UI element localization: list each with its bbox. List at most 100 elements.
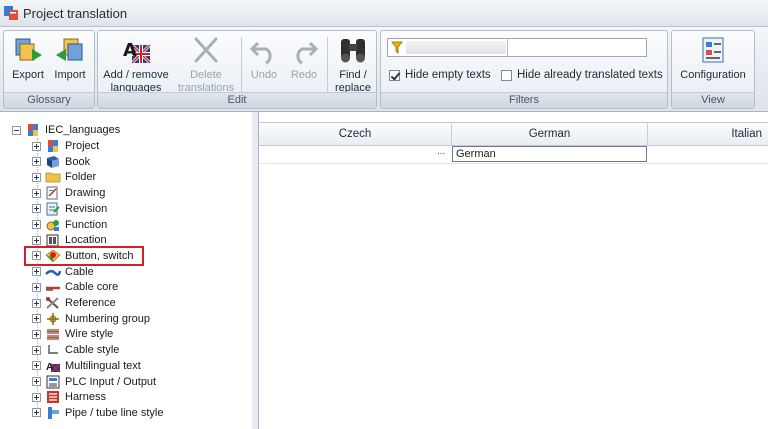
- cable-core-icon: [46, 287, 60, 292]
- edit-group-label: Edit: [98, 92, 376, 108]
- binoculars-icon: [341, 39, 365, 63]
- hide-empty-texts-label: Hide empty texts: [405, 69, 491, 81]
- tree-item-label: Harness: [65, 391, 106, 404]
- translation-grid[interactable]: Czech German Italian ... German: [259, 112, 768, 429]
- glossary-group: Export Import Glossary: [3, 30, 95, 109]
- view-group: Configuration View: [671, 30, 755, 109]
- hide-empty-texts-checkbox[interactable]: [389, 69, 400, 81]
- expand-toggle[interactable]: [32, 157, 41, 167]
- expand-toggle[interactable]: [32, 345, 41, 355]
- tree-item-label: Function: [65, 218, 108, 231]
- tree-item-label: Reference: [65, 297, 116, 309]
- project-icon: [48, 140, 58, 152]
- filter-text-field[interactable]: [406, 41, 506, 54]
- undo-button[interactable]: Undo: [246, 33, 282, 82]
- tree-item[interactable]: Cable style: [32, 342, 119, 358]
- tree-item-label: PLC Input / Output: [65, 375, 157, 388]
- svg-text:A: A: [46, 362, 53, 373]
- table-row[interactable]: ... German: [259, 145, 768, 164]
- column-header-czech[interactable]: Czech: [259, 123, 452, 145]
- export-button[interactable]: Export: [8, 33, 48, 82]
- hide-translated-texts-option[interactable]: Hide already translated texts: [501, 69, 663, 81]
- expand-toggle[interactable]: [32, 392, 41, 402]
- column-header-german[interactable]: German: [452, 123, 648, 145]
- delete-translations-button[interactable]: Delete translations: [174, 33, 238, 95]
- tree-item-label: Wire style: [65, 328, 114, 341]
- translation-app-icon: [4, 6, 18, 20]
- tree-item[interactable]: PLC Input / Output: [32, 374, 156, 390]
- revision-icon: [46, 202, 60, 216]
- edit-group: A Add / remove languages Delete translat…: [97, 30, 377, 109]
- multilingual-text-icon: A: [46, 362, 61, 373]
- tree-item[interactable]: A Multilingual text: [32, 358, 141, 374]
- view-group-label: View: [672, 92, 754, 108]
- expand-toggle[interactable]: [32, 188, 41, 198]
- cable-style-icon: [48, 345, 58, 354]
- harness-icon: [47, 391, 59, 404]
- book-icon: [47, 155, 59, 168]
- expand-toggle[interactable]: [32, 314, 41, 324]
- tree-item[interactable]: Folder: [32, 169, 96, 185]
- column-header-italian[interactable]: Italian: [648, 123, 768, 145]
- expand-toggle[interactable]: [32, 235, 41, 245]
- configuration-label: Configuration: [680, 69, 746, 81]
- expand-toggle[interactable]: [32, 204, 41, 214]
- expand-toggle[interactable]: [32, 298, 41, 308]
- tree-item[interactable]: Project: [32, 138, 99, 154]
- import-button[interactable]: Import: [50, 33, 90, 82]
- import-icon: [56, 38, 83, 61]
- expand-toggle[interactable]: [32, 377, 41, 386]
- tree-item-label: Numbering group: [65, 312, 150, 325]
- title-bar: Project translation: [0, 0, 768, 27]
- row-ellipsis[interactable]: ...: [437, 146, 445, 157]
- tree-root[interactable]: IEC_languages: [12, 122, 120, 138]
- redo-button[interactable]: Redo: [286, 33, 322, 82]
- export-label: Export: [12, 69, 44, 81]
- expand-toggle[interactable]: [32, 282, 41, 292]
- tree-item-label: Cable core: [65, 281, 119, 294]
- tree-item[interactable]: Pipe / tube line style: [32, 405, 163, 421]
- ribbon: Export Import Glossary A Add / remove la…: [0, 27, 768, 112]
- tree-item-label: Book: [65, 155, 91, 168]
- import-label: Import: [54, 69, 86, 81]
- expand-toggle[interactable]: [32, 267, 41, 277]
- expand-toggle[interactable]: [32, 361, 41, 371]
- configuration-button[interactable]: Configuration: [674, 33, 752, 82]
- tree-item[interactable]: Revision: [32, 201, 107, 217]
- folder-icon: [45, 172, 61, 183]
- expand-toggle[interactable]: [32, 141, 41, 151]
- grid-header: Czech German Italian: [259, 122, 768, 146]
- filter-funnel-icon: [391, 41, 403, 54]
- tree-item[interactable]: Book: [32, 154, 90, 170]
- find-replace-button[interactable]: Find / replace: [331, 33, 375, 95]
- tree-item[interactable]: Drawing: [32, 185, 105, 201]
- tree-item-label: Folder: [65, 171, 97, 184]
- expand-toggle[interactable]: [32, 408, 41, 418]
- hide-empty-texts-option[interactable]: Hide empty texts: [389, 69, 491, 81]
- collapse-toggle[interactable]: [12, 125, 21, 135]
- add-remove-label-1: Add / remove: [103, 69, 169, 81]
- add-remove-languages-button[interactable]: A Add / remove languages: [100, 33, 172, 95]
- tree-item-label: Pipe / tube line style: [65, 406, 164, 419]
- tree-item[interactable]: Cable core: [32, 279, 118, 295]
- tree-item-label: Revision: [65, 202, 108, 215]
- expand-toggle[interactable]: [32, 172, 41, 182]
- tree-root-label: IEC_languages: [45, 124, 121, 136]
- redo-label: Redo: [290, 69, 318, 81]
- undo-label: Undo: [250, 69, 278, 81]
- tree-item[interactable]: Function: [32, 217, 107, 233]
- hide-translated-texts-label: Hide already translated texts: [517, 69, 663, 81]
- tree-item[interactable]: Wire style: [32, 326, 113, 342]
- german-cell-editor[interactable]: German: [452, 146, 647, 162]
- filter-input[interactable]: [387, 38, 647, 57]
- tree-item-label: Project: [65, 140, 100, 152]
- tree-item[interactable]: Harness: [32, 389, 106, 405]
- tree-item[interactable]: Numbering group: [32, 311, 150, 327]
- pane-splitter[interactable]: [252, 112, 259, 429]
- export-icon: [15, 38, 42, 61]
- expand-toggle[interactable]: [32, 220, 41, 229]
- expand-toggle[interactable]: [32, 329, 41, 339]
- tree-item[interactable]: Reference: [32, 295, 116, 311]
- filter-divider: [507, 39, 508, 56]
- hide-translated-texts-checkbox[interactable]: [501, 69, 512, 81]
